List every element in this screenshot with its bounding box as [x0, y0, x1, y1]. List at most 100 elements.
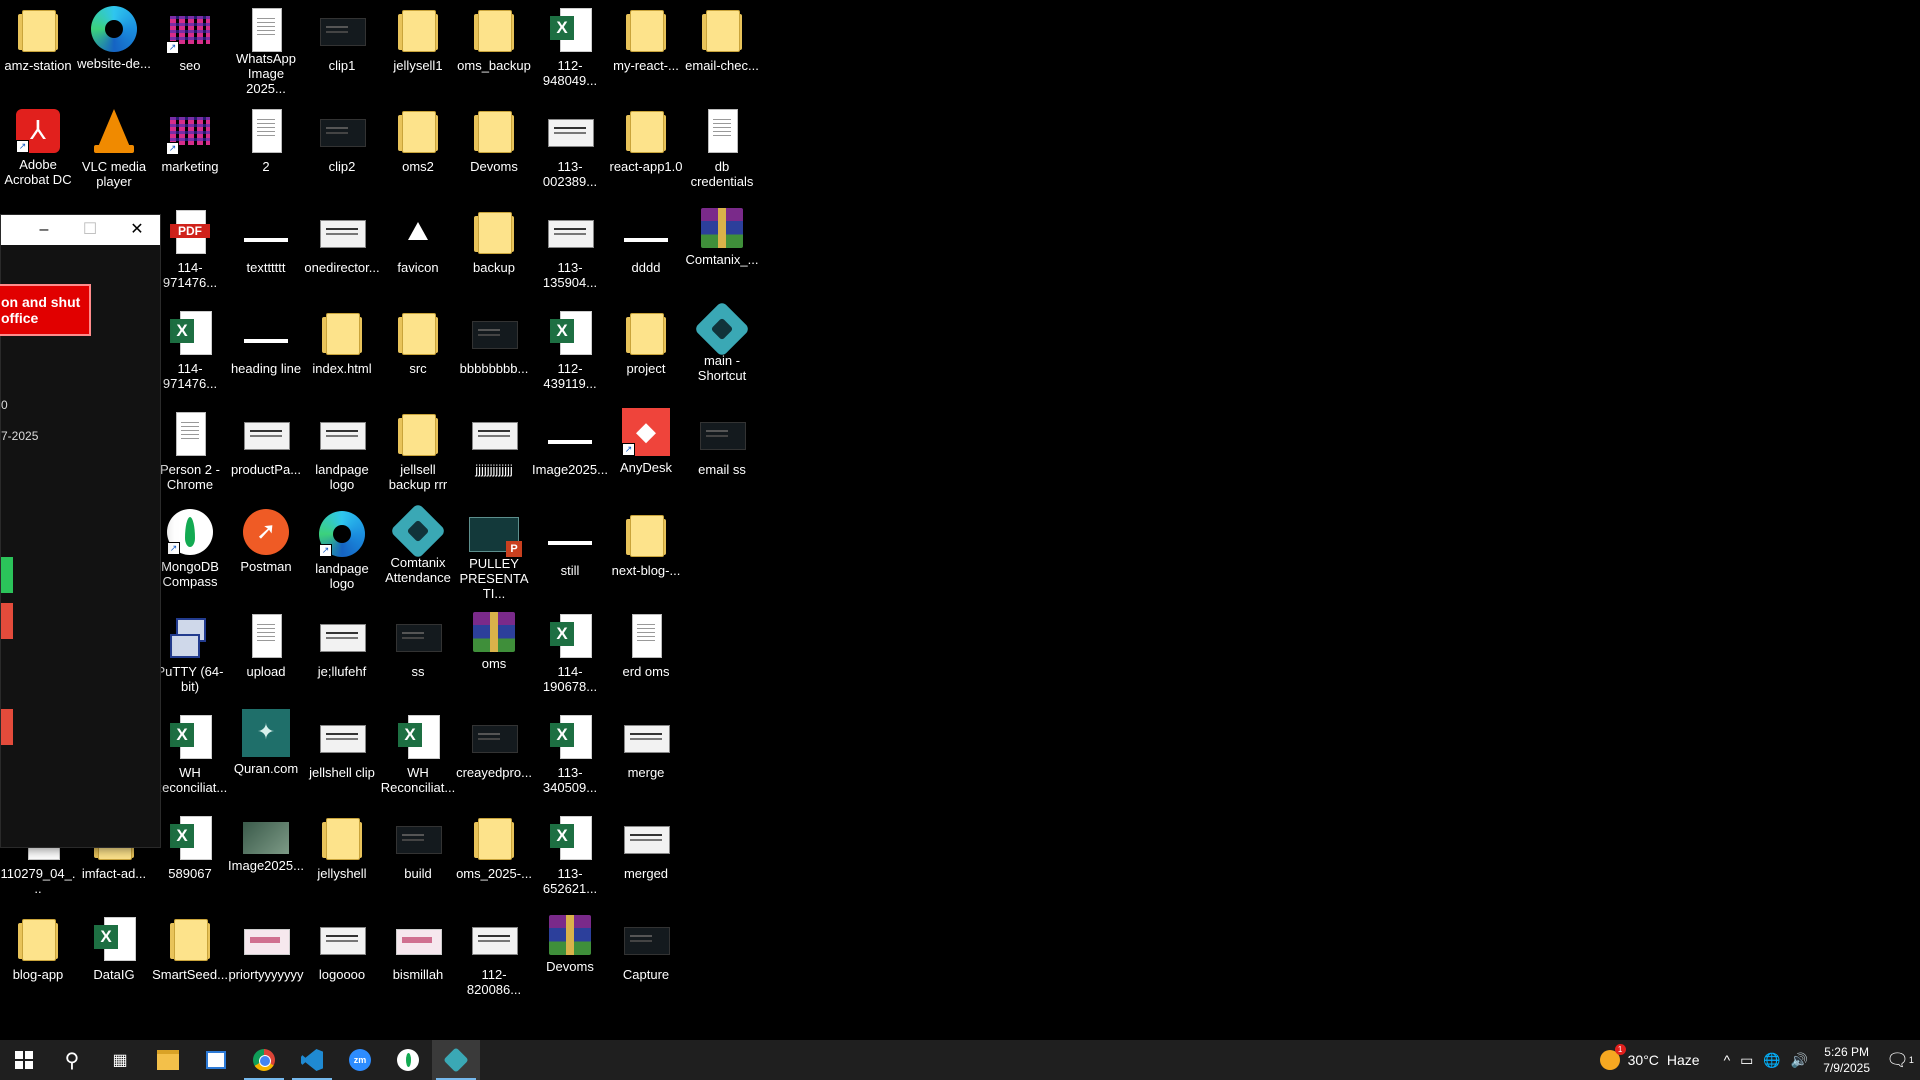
close-button[interactable]: ✕ [114, 215, 160, 245]
desktop-icon[interactable]: src [380, 303, 456, 399]
clock[interactable]: 5:26 PM 7/9/2025 [1813, 1044, 1880, 1076]
desktop-icon[interactable]: priortyyyyyyy [228, 909, 304, 1005]
desktop-icon[interactable]: jellshell clip [304, 707, 380, 803]
task-view-button[interactable]: ▦ [96, 1040, 144, 1080]
mongodb-compass-button[interactable] [384, 1040, 432, 1080]
desktop-icon[interactable]: 113-340509... [532, 707, 608, 803]
desktop-icon[interactable]: 112-820086... [456, 909, 532, 1005]
desktop-icon[interactable]: Person 2 - Chrome [152, 404, 228, 500]
desktop-icon[interactable]: clip2 [304, 101, 380, 197]
desktop-icon[interactable]: jjjjjjjjjjjjj [456, 404, 532, 500]
desktop-icon[interactable]: oms_backup [456, 0, 532, 96]
desktop-icon[interactable]: Comtanix Attendance [380, 502, 456, 601]
store-button[interactable] [192, 1040, 240, 1080]
desktop-icon[interactable]: dddd [608, 202, 684, 298]
tray-chevron-icon[interactable]: ^ [1719, 1052, 1736, 1068]
desktop-icon[interactable]: oms_2025-... [456, 808, 532, 904]
desktop-icon[interactable]: 112-948049... [532, 0, 608, 96]
desktop-icon[interactable]: bismillah [380, 909, 456, 1005]
desktop-icon[interactable]: Capture [608, 909, 684, 1005]
desktop-icon[interactable]: textttttt [228, 202, 304, 298]
desktop-icon[interactable]: DataIG [76, 909, 152, 1005]
desktop-icon[interactable]: jellysell1 [380, 0, 456, 96]
shutdown-office-button[interactable]: on and shut office [0, 284, 91, 336]
desktop-icon[interactable]: SmartSeed... [152, 909, 228, 1005]
desktop-icon[interactable]: 113-135904... [532, 202, 608, 298]
desktop-icon[interactable]: erd oms [608, 606, 684, 702]
minimize-button[interactable]: – [21, 215, 67, 245]
desktop-icon[interactable]: my-react-... [608, 0, 684, 96]
desktop-icon[interactable]: amz-station [0, 0, 76, 96]
desktop[interactable]: amz-station website-de... ↗ seo WhatsApp Ima… [0, 0, 1920, 1040]
green-status-bar[interactable] [1, 557, 13, 593]
desktop-icon[interactable]: still [532, 505, 608, 601]
start-button[interactable] [0, 1040, 48, 1080]
desktop-icon[interactable]: backup [456, 202, 532, 298]
battery-icon[interactable]: ▭ [1735, 1052, 1758, 1069]
desktop-icon[interactable]: PuTTY (64-bit) [152, 606, 228, 702]
red-status-bar-2[interactable] [1, 709, 13, 745]
file-explorer-button[interactable] [144, 1040, 192, 1080]
desktop-icon[interactable]: email-chec... [684, 0, 760, 96]
desktop-icon[interactable]: merged [608, 808, 684, 904]
desktop-icon[interactable]: ↗ Adobe Acrobat DC [0, 101, 76, 197]
desktop-icon[interactable]: Image2025... [228, 808, 304, 904]
weather-widget[interactable]: 30°C Haze [1595, 1044, 1705, 1070]
desktop-icon[interactable]: landpage logo [304, 404, 380, 500]
chrome-button[interactable] [240, 1040, 288, 1080]
desktop-icon[interactable]: ↗ marketing [152, 101, 228, 197]
desktop-icon[interactable]: 112-439119... [532, 303, 608, 399]
desktop-icon[interactable]: 114-971476... [152, 202, 228, 298]
desktop-icon[interactable]: index.html [304, 303, 380, 399]
desktop-icon[interactable]: Devoms [532, 909, 608, 1005]
desktop-icon[interactable]: website-de... [76, 0, 152, 96]
desktop-icon[interactable]: jellsell backup rrr [380, 404, 456, 500]
desktop-icon[interactable]: je;llufehf [304, 606, 380, 702]
volume-icon[interactable]: 🔊 [1786, 1052, 1813, 1069]
desktop-icon[interactable]: main - Shortcut [684, 300, 760, 399]
desktop-icon[interactable]: WH Reconciliat... [152, 707, 228, 803]
window-titlebar[interactable]: – ☐ ✕ [1, 215, 160, 245]
desktop-icon[interactable]: WhatsApp Image 2025... [228, 0, 304, 96]
desktop-icon[interactable]: 589067 [152, 808, 228, 904]
desktop-icon[interactable]: 113-652621... [532, 808, 608, 904]
desktop-icon[interactable]: 113-002389... [532, 101, 608, 197]
desktop-icon[interactable]: ↗ seo [152, 0, 228, 96]
desktop-icon[interactable]: ↗ MongoDB Compass [152, 505, 228, 601]
desktop-icon[interactable]: Postman [228, 505, 304, 601]
desktop-icon[interactable]: clip1 [304, 0, 380, 96]
desktop-icon[interactable]: 114-190678... [532, 606, 608, 702]
desktop-icon[interactable]: VLC media player [76, 101, 152, 197]
desktop-icon[interactable]: project [608, 303, 684, 399]
desktop-icon[interactable]: email ss [684, 404, 760, 500]
desktop-icon[interactable]: heading line [228, 303, 304, 399]
desktop-icon[interactable]: next-blog-... [608, 505, 684, 601]
desktop-icon[interactable]: oms2 [380, 101, 456, 197]
desktop-icon[interactable]: favicon [380, 202, 456, 298]
desktop-icon[interactable]: ↗ AnyDesk [608, 404, 684, 500]
red-status-bar[interactable] [1, 603, 13, 639]
desktop-icon[interactable]: 114-971476... [152, 303, 228, 399]
notification-center-button[interactable]: 🗨 1 [1880, 1040, 1920, 1080]
network-icon[interactable]: 🌐 [1758, 1052, 1785, 1069]
desktop-icon[interactable]: upload [228, 606, 304, 702]
desktop-icon[interactable]: Comtanix_... [684, 202, 760, 298]
desktop-icon[interactable]: bbbbbbbb... [456, 303, 532, 399]
desktop-icon[interactable]: PULLEY PRESENTATI... [456, 505, 532, 601]
desktop-icon[interactable]: oms [456, 606, 532, 702]
desktop-icon[interactable]: productPa... [228, 404, 304, 500]
desktop-icon[interactable]: blog-app [0, 909, 76, 1005]
desktop-icon[interactable]: ss [380, 606, 456, 702]
vscode-button[interactable] [288, 1040, 336, 1080]
desktop-icon[interactable]: jellyshell [304, 808, 380, 904]
desktop-icon[interactable]: build [380, 808, 456, 904]
desktop-icon[interactable]: Devoms [456, 101, 532, 197]
desktop-icon[interactable]: react-app1.0 [608, 101, 684, 197]
search-button[interactable]: ⚲ [48, 1040, 96, 1080]
comtanix-button[interactable] [432, 1040, 480, 1080]
desktop-icon[interactable]: onedirector... [304, 202, 380, 298]
desktop-icon[interactable]: 2 [228, 101, 304, 197]
desktop-icon[interactable]: Image2025... [532, 404, 608, 500]
desktop-icon[interactable]: WH Reconciliat... [380, 707, 456, 803]
desktop-icon[interactable]: ↗ landpage logo [304, 505, 380, 601]
